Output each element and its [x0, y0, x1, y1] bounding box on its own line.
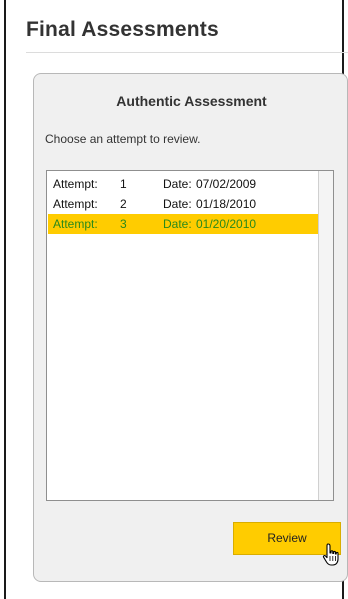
- listbox-scrollbar[interactable]: [318, 171, 333, 500]
- attempt-date: 07/02/2009: [196, 177, 257, 191]
- attempt-date: 01/18/2010: [196, 197, 257, 211]
- list-item-attempt-3[interactable]: Attempt: 3 Date: 01/20/2010: [48, 214, 318, 234]
- list-item-attempt-2[interactable]: Attempt: 2 Date: 01/18/2010: [48, 194, 318, 214]
- attempt-number: 3: [120, 217, 127, 231]
- page-title: Final Assessments: [26, 18, 219, 41]
- list-item-attempt-1[interactable]: Attempt: 1 Date: 07/02/2009: [48, 174, 318, 194]
- panel-title: Authentic Assessment: [116, 93, 267, 109]
- app-frame: Final Assessments Authentic Assessment C…: [4, 0, 348, 599]
- assessment-panel: Authentic Assessment Choose an attempt t…: [33, 73, 348, 582]
- attempt-number: 1: [120, 177, 127, 191]
- attempt-listbox[interactable]: Attempt: 1 Date: 07/02/2009 Attempt: 2 D…: [46, 170, 334, 501]
- date-label: Date:: [163, 177, 192, 191]
- panel-instruction: Choose an attempt to review.: [45, 132, 201, 146]
- date-label: Date:: [163, 197, 192, 211]
- attempt-label: Attempt:: [53, 217, 98, 231]
- date-label: Date:: [163, 217, 192, 231]
- attempt-number: 2: [120, 197, 127, 211]
- attempt-date: 01/20/2010: [196, 217, 257, 231]
- attempt-label: Attempt:: [53, 177, 98, 191]
- attempt-label: Attempt:: [53, 197, 98, 211]
- title-divider: [26, 52, 348, 53]
- hand-pointer-icon: [322, 543, 339, 566]
